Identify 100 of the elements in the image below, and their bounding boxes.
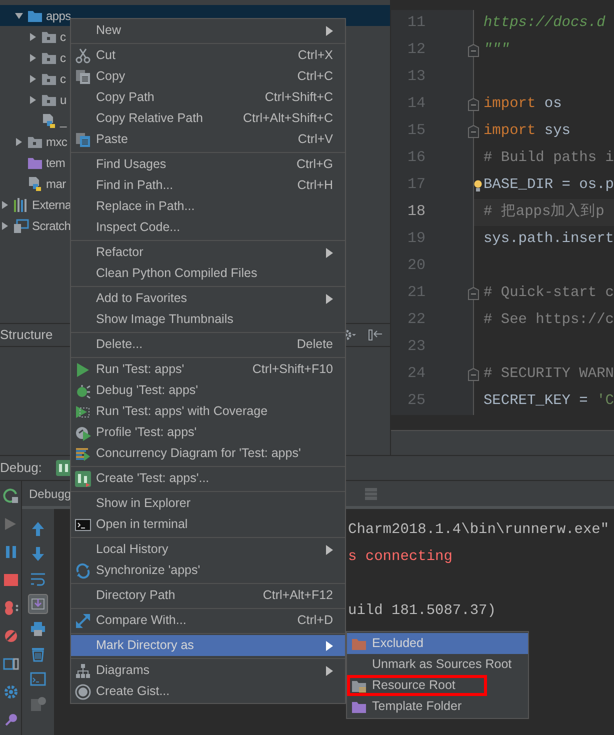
menu-item[interactable]: Template Folder: [347, 696, 528, 717]
menu-item-label: Resource Root: [372, 677, 456, 694]
compare-icon: [75, 612, 91, 628]
menu-item[interactable]: Create Gist...: [71, 681, 345, 702]
collapsed-arrow-icon[interactable]: [0, 220, 10, 230]
menu-item[interactable]: Debug 'Test: apps': [71, 380, 345, 401]
collapsed-arrow-icon[interactable]: [0, 200, 10, 210]
menu-item[interactable]: Create 'Test: apps'...: [71, 468, 345, 489]
down-arrow-icon[interactable]: [30, 546, 46, 562]
menu-item[interactable]: Run 'Test: apps' with Coverage: [71, 401, 345, 422]
shortcut-label: Ctrl+X: [298, 47, 333, 64]
menu-item[interactable]: Refactor: [71, 242, 345, 263]
tree-item-label[interactable]: _: [60, 112, 66, 130]
expanded-arrow-icon[interactable]: [14, 10, 24, 20]
code-line: # 把apps加入到p: [483, 202, 604, 222]
tree-item-label[interactable]: c: [60, 48, 66, 66]
collapsed-arrow-icon[interactable]: [14, 136, 24, 146]
menu-item[interactable]: Copy Path Ctrl+Shift+C: [71, 87, 345, 108]
library-icon: [13, 196, 29, 212]
tree-item-label[interactable]: u: [60, 90, 66, 108]
menu-item[interactable]: Show in Explorer: [71, 493, 345, 514]
tree-item-label: apps: [46, 8, 71, 24]
collapsed-arrow-icon[interactable]: [28, 74, 38, 84]
menu-item[interactable]: Directory Path Ctrl+Alt+F12: [71, 585, 345, 606]
shortcut-label: Ctrl+H: [297, 177, 333, 194]
fold-marker-icon[interactable]: [468, 44, 480, 57]
up-arrow-icon[interactable]: [30, 520, 46, 536]
menu-item[interactable]: Show Image Thumbnails: [71, 309, 345, 330]
layout-icon[interactable]: [2, 656, 18, 672]
shortcut-label: Ctrl+Alt+F12: [262, 587, 333, 604]
rerun-icon[interactable]: [2, 488, 18, 504]
terminal-icon[interactable]: [30, 670, 46, 686]
menu-item[interactable]: Open in terminal: [71, 514, 345, 535]
menu-item-label: Concurrency Diagram for 'Test: apps': [96, 445, 301, 462]
menu-item[interactable]: Synchronize 'apps': [71, 560, 345, 581]
tree-item-label[interactable]: tem: [46, 154, 66, 172]
fold-marker-icon[interactable]: [468, 287, 480, 300]
debugger-tab[interactable]: Debugg: [29, 484, 72, 502]
menu-item-label: Find in Path...: [96, 177, 174, 194]
coverage-icon: [75, 404, 91, 420]
menu-item-label: Directory Path: [96, 587, 176, 604]
menu-item[interactable]: Delete... Delete: [71, 334, 345, 355]
document-clock-icon[interactable]: [30, 696, 46, 712]
menu-item[interactable]: Concurrency Diagram for 'Test: apps': [71, 443, 345, 464]
scroll-to-end-icon[interactable]: [28, 594, 48, 614]
menu-item[interactable]: Resource Root: [347, 675, 487, 696]
tree-item-label[interactable]: c: [60, 70, 66, 88]
soft-wrap-icon[interactable]: [30, 570, 46, 586]
tree-item-label[interactable]: mxc: [46, 132, 68, 150]
fold-marker-icon[interactable]: [468, 125, 480, 138]
shortcut-label: Ctrl+C: [297, 68, 333, 86]
menu-item[interactable]: Run 'Test: apps' Ctrl+Shift+F10: [71, 359, 345, 380]
menu-item[interactable]: Diagrams: [71, 660, 345, 681]
pin-icon[interactable]: [2, 712, 18, 728]
shortcut-label: Ctrl+Shift+F10: [252, 361, 333, 378]
menu-item-label: Replace in Path...: [96, 198, 195, 216]
trash-icon[interactable]: [30, 646, 46, 662]
settings-icon[interactable]: [2, 684, 18, 700]
menu-item[interactable]: Unmark as Sources Root: [347, 654, 528, 675]
menu-item-label: Find Usages: [96, 156, 166, 174]
menu-item[interactable]: Find Usages Ctrl+G: [71, 154, 345, 175]
menu-item[interactable]: Clean Python Compiled Files: [71, 263, 345, 284]
fold-marker-icon[interactable]: [468, 98, 480, 111]
menu-item[interactable]: Inspect Code...: [71, 217, 345, 238]
tree-item-label[interactable]: c: [60, 28, 66, 46]
menu-item[interactable]: Add to Favorites: [71, 288, 345, 309]
collapsed-arrow-icon[interactable]: [28, 52, 38, 62]
fold-marker-icon[interactable]: [468, 368, 480, 381]
copy-icon: [75, 68, 91, 84]
menu-item-label: Debug 'Test: apps': [96, 382, 198, 400]
bug-icon: [75, 382, 91, 398]
tree-item-label[interactable]: Externa: [32, 196, 72, 214]
collapsed-arrow-icon[interactable]: [28, 94, 38, 104]
menu-item[interactable]: Mark Directory as: [71, 635, 345, 656]
menu-item[interactable]: Compare With... Ctrl+D: [71, 610, 345, 631]
mute-breakpoints-icon[interactable]: [2, 628, 18, 644]
pin-left-icon[interactable]: [368, 328, 384, 342]
panel-title: Debug:: [0, 459, 42, 478]
menu-item[interactable]: Find in Path... Ctrl+H: [71, 175, 345, 196]
menu-item-label: Delete...: [96, 336, 143, 354]
menu-item[interactable]: Local History: [71, 539, 345, 560]
menu-item[interactable]: Profile 'Test: apps': [71, 422, 345, 443]
menu-item[interactable]: Excluded: [347, 633, 528, 654]
menu-item[interactable]: Replace in Path...: [71, 196, 345, 217]
lightbulb-icon[interactable]: [474, 180, 482, 192]
code-line: import sys: [483, 122, 570, 141]
menu-item-label: Create 'Test: apps'...: [96, 470, 210, 488]
breakpoints-icon[interactable]: [2, 600, 18, 616]
terminal-icon: [75, 516, 91, 532]
menu-item[interactable]: Paste Ctrl+V: [71, 129, 345, 150]
menu-item-label: Show Image Thumbnails: [96, 311, 234, 328]
tree-item-label[interactable]: Scratch: [32, 216, 71, 234]
menu-item[interactable]: Cut Ctrl+X: [71, 45, 345, 66]
menu-item[interactable]: Copy Relative Path Ctrl+Alt+Shift+C: [71, 108, 345, 129]
tree-item-label[interactable]: mar: [46, 174, 66, 192]
shortcut-label: Delete: [296, 336, 333, 354]
stop-icon[interactable]: [2, 572, 18, 588]
collapsed-arrow-icon[interactable]: [28, 32, 38, 42]
print-icon[interactable]: [30, 620, 46, 636]
menu-item[interactable]: Copy Ctrl+C: [71, 66, 345, 87]
